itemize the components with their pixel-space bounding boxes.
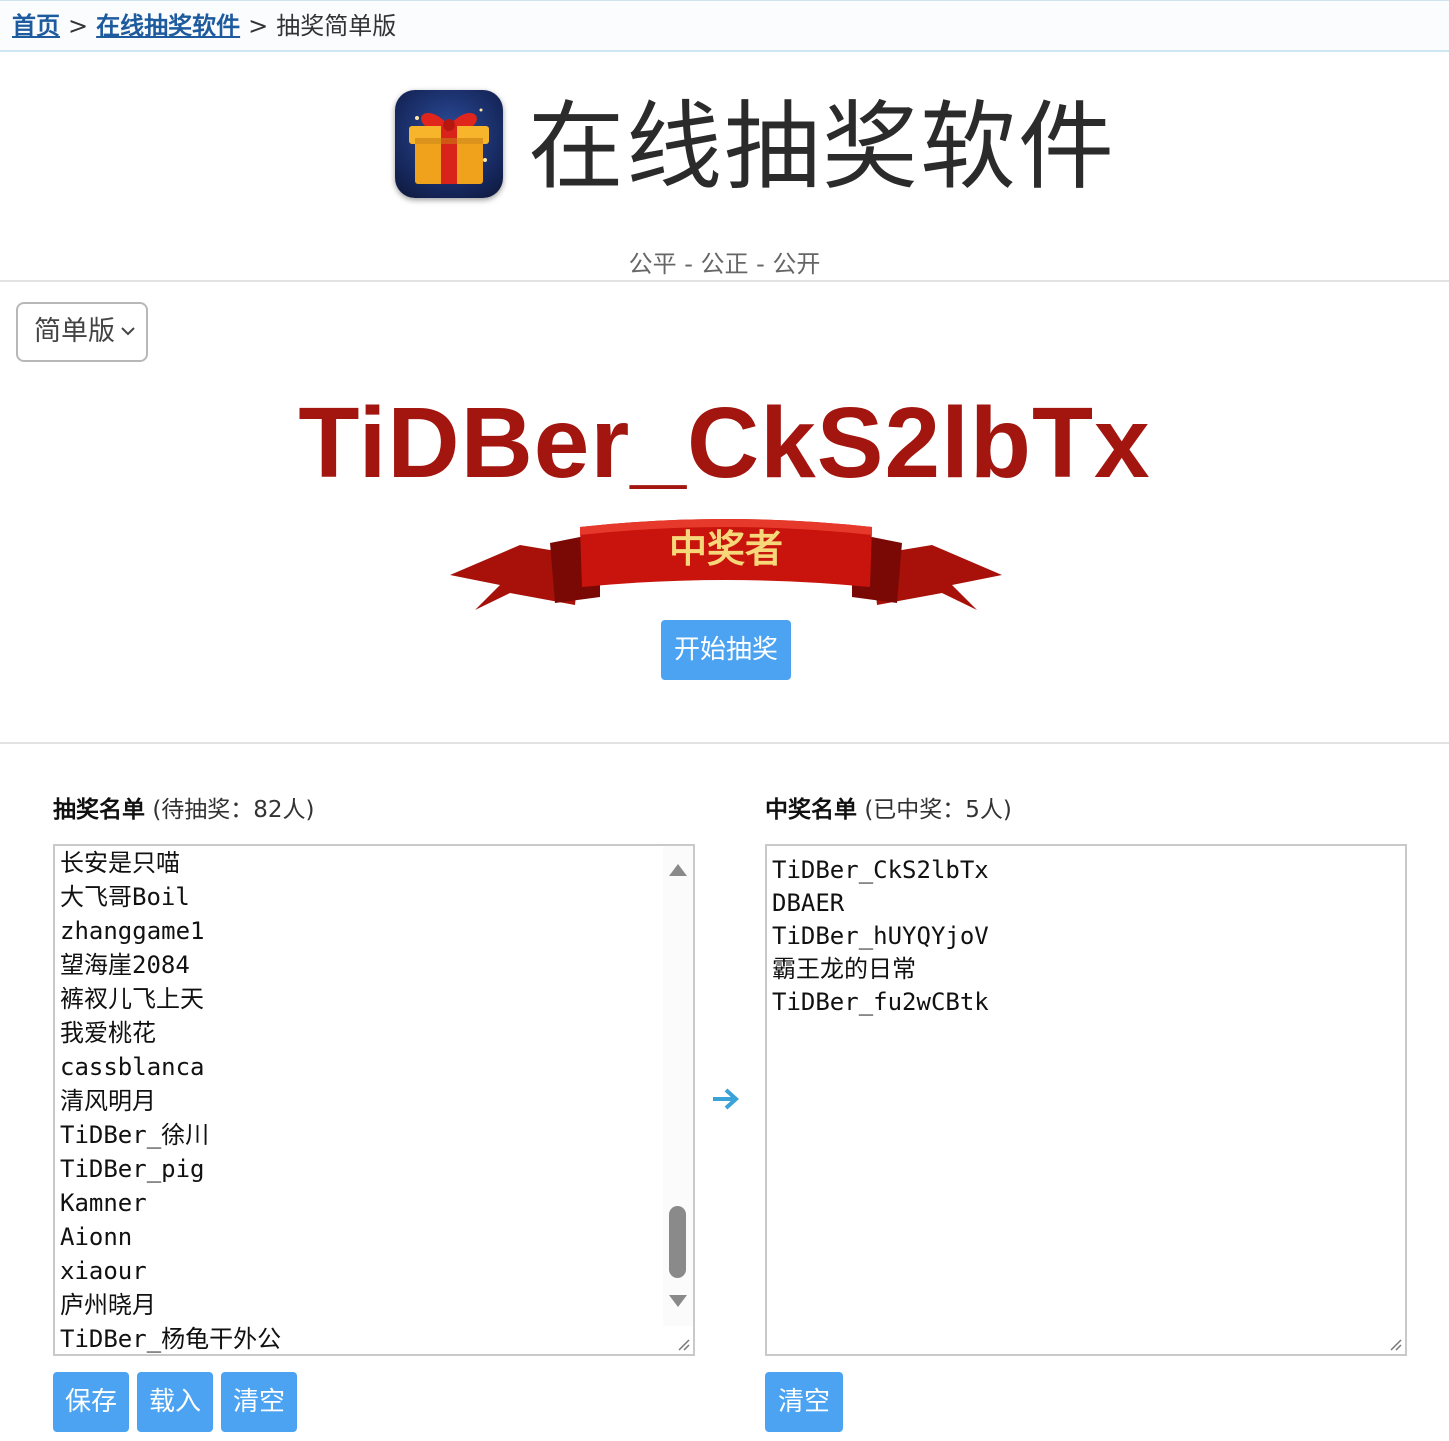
pool-title: 抽奖名单 — [53, 797, 145, 823]
list-item: TiDBer_fu2wCBtk — [772, 988, 989, 1016]
gift-box-logo-icon — [395, 90, 503, 198]
divider — [0, 742, 1449, 744]
scroll-down-arrow-icon[interactable] — [669, 1295, 687, 1307]
start-draw-button[interactable]: 开始抽奖 — [661, 620, 791, 680]
list-item: 清风明月 — [60, 1087, 156, 1115]
winner-ribbon-banner: 中奖者 — [450, 519, 1002, 610]
list-item: TiDBer_CkS2lbTx — [772, 856, 989, 884]
breadcrumb-section-link[interactable]: 在线抽奖软件 — [96, 12, 240, 40]
arrow-right-icon — [713, 1088, 739, 1110]
page-header: 在线抽奖软件 公平 - 公正 - 公开 — [0, 52, 1449, 280]
list-item: 望海崖2084 — [60, 951, 190, 979]
breadcrumb-current: 抽奖简单版 — [276, 12, 397, 40]
winners-count: (已中奖：5人) — [864, 797, 1012, 823]
pool-count: (待抽奖：82人) — [152, 797, 315, 823]
winners-panel-label: 中奖名单 (已中奖：5人) — [765, 790, 1012, 824]
list-item: Kamner — [60, 1189, 147, 1217]
breadcrumb-home-link[interactable]: 首页 — [12, 12, 60, 40]
list-item: 长安是只喵 — [60, 849, 180, 877]
mode-dropdown-value: 简单版 — [34, 316, 115, 347]
winners-title: 中奖名单 — [765, 797, 857, 823]
list-item: cassblanca — [60, 1053, 205, 1081]
list-item: 我爱桃花 — [60, 1019, 156, 1047]
list-item: Aionn — [60, 1223, 133, 1251]
scroll-thumb[interactable] — [669, 1206, 686, 1278]
clear-pool-button[interactable]: 清空 — [221, 1372, 297, 1432]
breadcrumb-separator: > — [68, 12, 89, 40]
list-item: xiaour — [60, 1257, 147, 1285]
list-item: DBAER — [772, 889, 845, 917]
scroll-up-arrow-icon[interactable] — [669, 864, 687, 876]
winners-textarea[interactable]: TiDBer_CkS2lbTx DBAER TiDBer_hUYQYjoV 霸王龙的日… — [765, 844, 1407, 1356]
list-item: zhanggame1 — [60, 917, 205, 945]
clear-winners-button[interactable]: 清空 — [765, 1372, 843, 1432]
pool-textarea[interactable]: 长安是只喵大飞哥Boil zhanggame1 望海崖2084 裤衩儿飞上天 我爱桃花 c… — [53, 844, 695, 1356]
list-item: TiDBer_徐川 — [60, 1121, 210, 1149]
resize-grip-icon[interactable] — [1387, 1336, 1403, 1352]
load-button[interactable]: 载入 — [137, 1372, 213, 1432]
page-subtitle: 公平 - 公正 - 公开 — [628, 250, 821, 278]
mode-dropdown[interactable]: 简单版 — [16, 302, 148, 362]
list-item: TiDBer_hUYQYjoV — [772, 922, 989, 950]
scrollbar[interactable] — [663, 846, 693, 1326]
list-item: 庐州晓月 — [60, 1291, 156, 1319]
pool-list: 长安是只喵大飞哥Boil zhanggame1 望海崖2084 裤衩儿飞上天 我爱桃花 c… — [60, 846, 282, 1354]
winner-banner-label: 中奖者 — [669, 526, 783, 571]
list-item: TiDBer_pig — [60, 1155, 205, 1183]
winners-list: TiDBer_CkS2lbTx DBAER TiDBer_hUYQYjoV 霸王龙的日… — [772, 854, 989, 1019]
divider — [0, 280, 1449, 282]
breadcrumb: 首页 > 在线抽奖软件 > 抽奖简单版 — [0, 0, 1449, 52]
pool-panel-label: 抽奖名单 (待抽奖：82人) — [53, 790, 315, 824]
winner-name: TiDBer_CkS2lbTx — [298, 387, 1151, 499]
list-item: TiDBer_杨龟干外公 — [60, 1325, 282, 1353]
list-item: 大飞哥Boil — [60, 883, 190, 911]
chevron-down-icon — [121, 327, 135, 336]
save-button[interactable]: 保存 — [53, 1372, 129, 1432]
list-item: 裤衩儿飞上天 — [60, 985, 204, 1013]
page-title: 在线抽奖软件 — [528, 91, 1116, 203]
resize-grip-icon[interactable] — [675, 1336, 691, 1352]
breadcrumb-separator: > — [248, 12, 269, 40]
list-item: 霸王龙的日常 — [772, 955, 916, 983]
